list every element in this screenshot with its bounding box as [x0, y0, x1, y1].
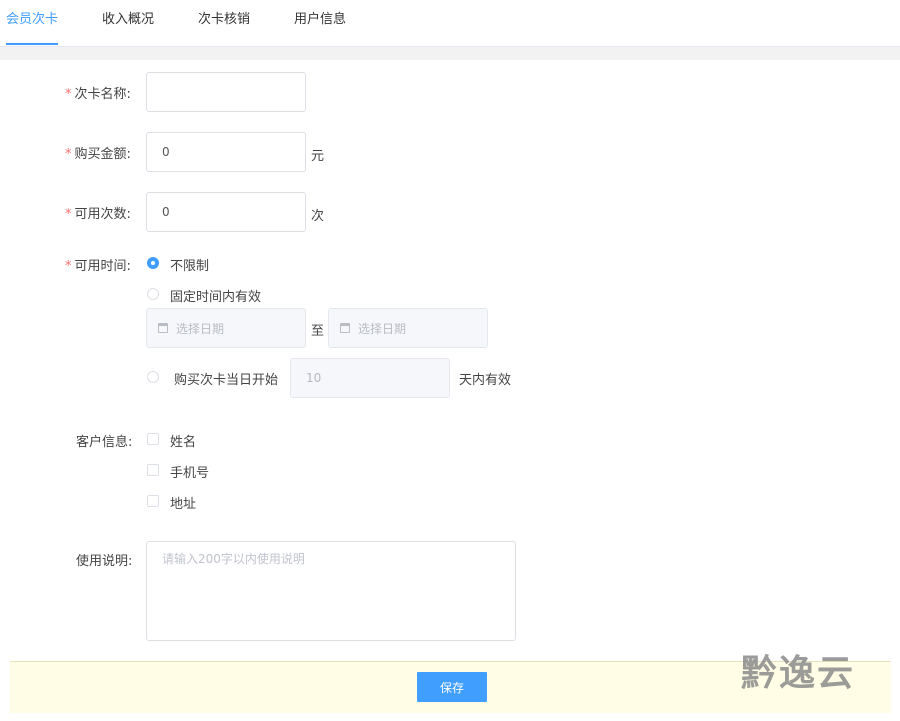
tab-user-info[interactable]: 用户信息 [294, 0, 346, 45]
required-mark: * [65, 87, 72, 102]
checkbox-address-label[interactable]: 地址 [170, 493, 196, 512]
radio-from-purchase-day-label[interactable]: 购买次卡当日开始 [174, 369, 278, 388]
watermark-logo: 黔逸云 [741, 648, 855, 694]
checkbox-phone-label[interactable]: 手机号 [170, 462, 209, 481]
radio-fixed-period[interactable] [147, 288, 159, 300]
radio-from-purchase-day[interactable] [147, 371, 159, 383]
tab-member-card[interactable]: 会员次卡 [6, 0, 59, 45]
times-label: * 可用次数: [65, 203, 131, 222]
valid-days-suffix: 天内有效 [459, 373, 512, 388]
calendar-icon [158, 323, 168, 333]
required-mark: * [65, 259, 72, 274]
times-input[interactable]: 0 [146, 192, 306, 232]
customer-info-label: 客户信息: [76, 435, 133, 450]
checkbox-name[interactable] [147, 433, 159, 445]
times-unit: 次 [311, 209, 325, 224]
price-unit: 元 [311, 149, 325, 164]
header-divider-strip [0, 47, 900, 60]
end-date-placeholder: 选择日期 [358, 321, 407, 336]
card-name-label-text: 次卡名称: [74, 87, 131, 102]
start-date-picker[interactable]: 选择日期 [146, 308, 306, 348]
usage-label: 使用说明: [76, 554, 133, 569]
checkbox-name-label[interactable]: 姓名 [170, 431, 196, 450]
save-button[interactable]: 保存 [417, 672, 487, 702]
radio-unlimited[interactable] [147, 257, 159, 269]
validity-label: * 可用时间: [65, 255, 131, 274]
times-label-text: 可用次数: [74, 207, 131, 222]
price-label: * 购买金额: [65, 143, 131, 162]
radio-unlimited-label[interactable]: 不限制 [170, 255, 209, 274]
card-name-label: * 次卡名称: [65, 83, 131, 102]
watermark-text: 黔逸云 [741, 653, 856, 694]
price-label-text: 购买金额: [74, 147, 131, 162]
date-range-separator: 至 [311, 324, 325, 339]
tab-income-overview[interactable]: 收入概况 [102, 0, 154, 45]
calendar-icon [340, 323, 350, 333]
usage-textarea[interactable] [146, 541, 516, 641]
start-date-placeholder: 选择日期 [176, 321, 225, 336]
required-mark: * [65, 147, 72, 162]
price-input[interactable]: 0 [146, 132, 306, 172]
validity-label-text: 可用时间: [74, 259, 131, 274]
checkbox-phone[interactable] [147, 464, 159, 476]
tab-card-redemption[interactable]: 次卡核销 [198, 0, 250, 45]
valid-days-input[interactable]: 10 [290, 358, 450, 398]
card-name-input[interactable] [146, 72, 306, 112]
tab-bar: 会员次卡 收入概况 次卡核销 用户信息 [0, 0, 900, 47]
required-mark: * [65, 207, 72, 222]
checkbox-address[interactable] [147, 495, 159, 507]
radio-fixed-period-label[interactable]: 固定时间内有效 [170, 286, 261, 305]
end-date-picker[interactable]: 选择日期 [328, 308, 488, 348]
